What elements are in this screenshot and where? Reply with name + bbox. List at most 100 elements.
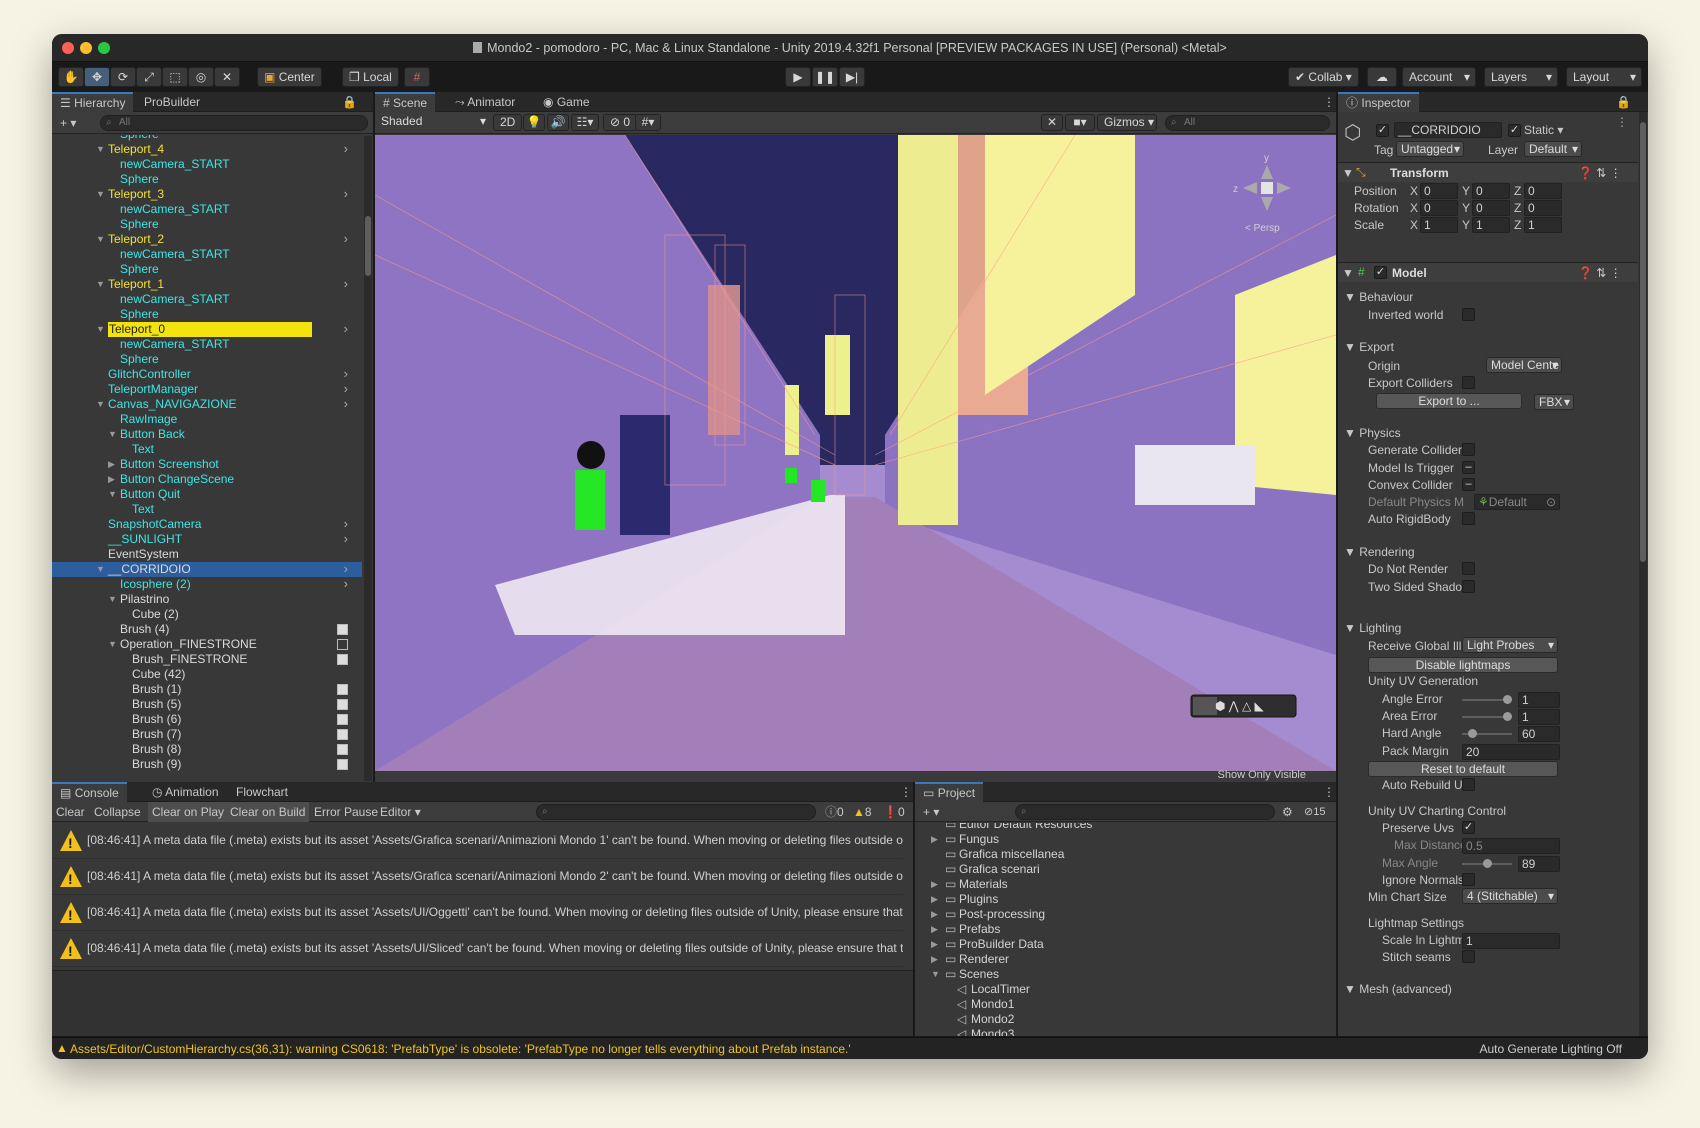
hierarchy-item[interactable]: ▼ __CORRIDOIO › — [52, 561, 362, 577]
hierarchy-item[interactable]: SnapshotCamera › — [52, 516, 362, 532]
section-behaviour-header[interactable]: ▼ Behaviour — [1344, 290, 1413, 304]
effects-toggle-icon[interactable]: ☷▾ — [571, 114, 599, 131]
expand-right-icon[interactable]: ▶ — [931, 907, 938, 922]
tab-probuilder[interactable]: ProBuilder — [136, 92, 208, 112]
tab-game[interactable]: ◉ Game — [535, 92, 598, 112]
hierarchy-item[interactable]: Brush (4) — [52, 622, 362, 637]
hierarchy-item[interactable]: Brush (9) — [52, 757, 362, 772]
project-item[interactable]: ▶ ▭ Fungus — [915, 832, 1325, 847]
pack_margin-field[interactable]: 20 — [1462, 744, 1560, 760]
receive_gi-dropdown[interactable]: Light Probes ▾ — [1462, 637, 1558, 653]
hierarchy-item[interactable]: Brush (1) — [52, 682, 362, 697]
expand-right-icon[interactable]: ▶ — [108, 457, 115, 472]
inspector-scrollbar[interactable] — [1639, 112, 1647, 1036]
max_dist-field[interactable]: 0.5 — [1462, 838, 1560, 854]
error-count-toggle[interactable]: ❗0 — [880, 802, 908, 822]
reset-button[interactable]: Reset to default — [1368, 761, 1558, 777]
hierarchy-item[interactable]: Cube (2) — [52, 607, 362, 622]
section-rendering-header[interactable]: ▼ Rendering — [1344, 545, 1415, 559]
hierarchy-item[interactable]: Brush (5) — [52, 697, 362, 712]
hierarchy-item[interactable]: ▼ Teleport_2 › — [52, 231, 362, 247]
project-item[interactable]: ▶ ▭ Prefabs — [915, 922, 1325, 937]
auto_rebuild-checkbox[interactable] — [1462, 778, 1475, 791]
project-item[interactable]: ▭ Grafica scenari — [915, 862, 1325, 877]
tab-scene[interactable]: # Scene — [375, 92, 436, 112]
chevron-right-icon[interactable]: › — [344, 561, 348, 576]
tab-flowchart[interactable]: Flowchart — [228, 782, 296, 802]
export-format-dropdown[interactable]: FBX ▾ — [1534, 394, 1574, 410]
expand-down-icon[interactable]: ▼ — [96, 142, 105, 157]
auto_rb-checkbox[interactable] — [1462, 512, 1475, 525]
gizmos-dropdown[interactable]: Gizmos ▾ — [1097, 114, 1157, 131]
expand-down-icon[interactable]: ▼ — [96, 397, 105, 412]
export_colliders-checkbox[interactable] — [1462, 376, 1475, 389]
hierarchy-item[interactable]: ▼ Button Back — [52, 427, 362, 442]
hierarchy-item[interactable]: newCamera_START — [52, 202, 362, 217]
convex-checkbox[interactable]: – — [1462, 478, 1475, 491]
scale-tool-icon[interactable]: ⤢ — [136, 67, 162, 87]
inverted-checkbox[interactable] — [1462, 308, 1475, 321]
area_error-field[interactable]: 1 — [1518, 709, 1560, 725]
transform-rotation-x-field[interactable]: 0 — [1420, 200, 1458, 216]
hierarchy-item[interactable]: ▼ Button Quit — [52, 487, 362, 502]
error-pause-button[interactable]: Error Pause — [310, 802, 382, 822]
expand-down-icon[interactable]: ▼ — [96, 322, 105, 337]
stitch-checkbox[interactable] — [1462, 950, 1475, 963]
hierarchy-item[interactable]: Sphere — [52, 352, 362, 367]
hierarchy-item[interactable]: Brush (7) — [52, 727, 362, 742]
hierarchy-item[interactable]: ▶ Button ChangeScene — [52, 472, 362, 487]
hierarchy-item[interactable]: ▼ Teleport_3 › — [52, 186, 362, 202]
tab-inspector[interactable]: ⓘ Inspector — [1338, 92, 1419, 112]
transform-rotation-y-field[interactable]: 0 — [1472, 200, 1510, 216]
console-log-row[interactable]: [08:46:41] A meta data file (.meta) exis… — [52, 931, 903, 967]
hidden-objects-toggle[interactable]: ⊘ 0 — [603, 114, 638, 131]
hierarchy-item[interactable]: newCamera_START — [52, 157, 362, 172]
expand-down-icon[interactable]: ▼ — [108, 427, 117, 442]
gameobject-name-field[interactable]: __CORRIDOIO — [1394, 122, 1502, 138]
expand-down-icon[interactable]: ▼ — [96, 232, 105, 247]
show-only-visible-label[interactable]: Show Only Visible — [1218, 769, 1306, 781]
slider-knob[interactable] — [1468, 729, 1477, 738]
project-item[interactable]: ▶ ▭ ProBuilder Data — [915, 937, 1325, 952]
min_chart-dropdown[interactable]: 4 (Stitchable) ▾ — [1462, 888, 1558, 904]
slider-knob[interactable] — [1503, 695, 1512, 704]
console-log-row[interactable]: [08:46:41] A meta data file (.meta) exis… — [52, 859, 903, 895]
scene-viewport[interactable]: y z < Persp ⬢ ⋀ △ ◣ — [375, 135, 1336, 771]
hand-tool-icon[interactable]: ✋ — [58, 67, 84, 87]
rect-tool-icon[interactable]: ⬚ — [162, 67, 188, 87]
cloud-icon[interactable]: ☁ — [1367, 67, 1397, 87]
static-checkbox[interactable]: ✓ — [1508, 124, 1521, 137]
hierarchy-item[interactable]: Icosphere (2) › — [52, 576, 362, 592]
grid-snap-icon[interactable]: # — [404, 67, 430, 87]
hierarchy-item[interactable]: ▼ Teleport_4 › — [52, 141, 362, 157]
inspector-lock-icon[interactable]: 🔒 ⋮ — [1608, 92, 1648, 129]
expand-right-icon[interactable]: ▶ — [931, 952, 938, 967]
transform-position-y-field[interactable]: 0 — [1472, 183, 1510, 199]
transform-scale-x-field[interactable]: 1 — [1420, 217, 1458, 233]
clear-button[interactable]: Clear — [52, 802, 89, 822]
transform-header[interactable]: ▼ ⤡ Transform ❓ ⇅ ⋮ — [1338, 162, 1638, 182]
model-help-icon[interactable]: ❓ ⇅ ⋮ — [1578, 266, 1622, 280]
component-help-icon[interactable]: ❓ ⇅ ⋮ — [1578, 166, 1622, 180]
pivot-center-button[interactable]: ▣ Center — [257, 67, 322, 87]
lock-icon[interactable]: 🔒 — [334, 92, 365, 112]
chevron-right-icon[interactable]: › — [344, 381, 348, 396]
2d-toggle-button[interactable]: 2D — [493, 114, 523, 131]
expand-down-icon[interactable]: ▼ — [96, 562, 105, 577]
angle_error-field[interactable]: 1 — [1518, 692, 1560, 708]
hierarchy-item[interactable]: Sphere — [52, 135, 362, 142]
project-search-input[interactable]: ⌕ — [1015, 804, 1275, 820]
play-button[interactable]: ▶ — [785, 67, 811, 87]
chevron-right-icon[interactable]: › — [344, 321, 348, 336]
layer-dropdown[interactable]: Default ▾ — [1524, 141, 1582, 157]
expand-right-icon[interactable]: ▶ — [108, 472, 115, 487]
object-picker-icon[interactable]: ⊙ — [1546, 495, 1556, 509]
hierarchy-item[interactable]: Text — [52, 502, 362, 517]
transform-scale-y-field[interactable]: 1 — [1472, 217, 1510, 233]
scene-search-input[interactable]: ⌕ All — [1165, 115, 1330, 131]
hierarchy-item[interactable]: Cube (42) — [52, 667, 362, 682]
hierarchy-item[interactable]: ▼ Teleport_1 › — [52, 276, 362, 292]
chevron-right-icon[interactable]: › — [344, 366, 348, 381]
do_not_render-checkbox[interactable] — [1462, 562, 1475, 575]
project-item[interactable]: ▶ ▭ Renderer — [915, 952, 1325, 967]
